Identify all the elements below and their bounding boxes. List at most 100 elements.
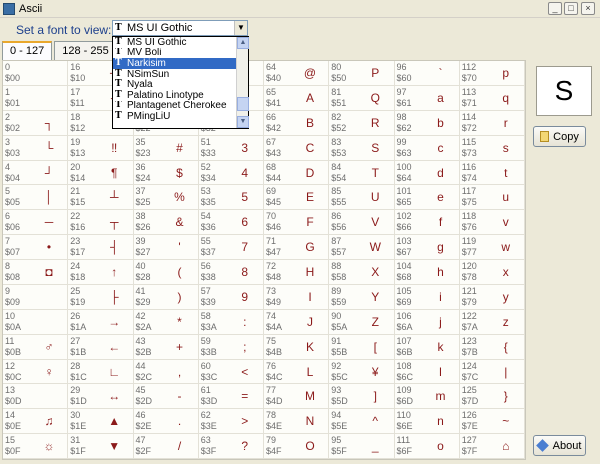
chevron-down-icon[interactable]: ▼ <box>234 21 247 35</box>
char-cell[interactable]: 12 $0C ♀ <box>3 359 69 385</box>
char-cell[interactable]: 59 $3B; <box>198 334 264 360</box>
char-cell[interactable]: 90 $5A Z <box>329 309 395 335</box>
char-cell[interactable]: 104 $68 h <box>394 260 460 285</box>
char-cell[interactable]: 86 $56 V <box>329 210 395 236</box>
font-option[interactable]: T MV Boli <box>113 48 236 59</box>
char-cell[interactable]: 100 $64 d <box>394 160 460 186</box>
char-cell[interactable]: 126 $7E ~ <box>459 409 525 435</box>
char-cell[interactable]: 115 $73 s <box>459 135 525 161</box>
font-option[interactable]: T Nyala <box>113 79 236 90</box>
char-cell[interactable]: 11 $0B ♂ <box>3 334 69 360</box>
char-cell[interactable]: 96 $60 ` <box>394 61 460 86</box>
scroll-down-icon[interactable]: ▼ <box>237 116 249 128</box>
char-cell[interactable]: 55 $37 7 <box>198 235 264 260</box>
char-cell[interactable]: 97 $61 a <box>394 85 460 111</box>
char-cell[interactable]: 113 $71 q <box>459 85 525 111</box>
char-cell[interactable]: 109 $6D m <box>394 384 460 410</box>
char-cell[interactable]: 89 $59 Y <box>329 284 395 310</box>
char-cell[interactable]: 68 $44 D <box>264 160 330 186</box>
char-cell[interactable]: 72 $48 H <box>264 260 330 285</box>
char-cell[interactable]: 85 $55 U <box>329 185 395 211</box>
char-cell[interactable]: 29 $1D ↔ <box>68 384 134 410</box>
tab-128-255[interactable]: 128 - 255 <box>54 41 117 60</box>
char-cell[interactable]: 4 $04 ┘ <box>3 160 69 186</box>
font-option[interactable]: T Plantagenet Cherokee <box>113 101 236 112</box>
char-cell[interactable]: 82 $52 R <box>329 110 395 136</box>
font-select[interactable]: T MS UI Gothic ▼ <box>112 20 248 36</box>
char-cell[interactable]: 71 $47 G <box>264 235 330 260</box>
char-cell[interactable]: 101 $65 e <box>394 185 460 211</box>
char-cell[interactable]: 122 $7A z <box>459 309 525 335</box>
char-cell[interactable]: 56 $38 8 <box>198 260 264 285</box>
font-option[interactable]: T NSimSun <box>113 69 236 80</box>
tab-0-127[interactable]: 0 - 127 <box>2 41 53 60</box>
char-cell[interactable]: 54 $36 6 <box>198 210 264 236</box>
font-option[interactable]: T MS UI Gothic <box>113 37 236 48</box>
char-cell[interactable]: 107 $6B k <box>394 334 460 360</box>
char-cell[interactable]: 10 $0A <box>3 309 69 335</box>
char-cell[interactable]: 15 $0F ☼ <box>3 434 69 459</box>
char-cell[interactable]: 52 $34 4 <box>198 160 264 186</box>
scroll-up-icon[interactable]: ▲ <box>237 37 249 49</box>
maximize-button[interactable]: □ <box>564 2 578 15</box>
char-cell[interactable]: 106 $6A j <box>394 309 460 335</box>
char-cell[interactable]: 41 $29) <box>133 284 199 310</box>
scroll-thumb[interactable] <box>237 97 249 111</box>
char-cell[interactable]: 30 $1E ▲ <box>68 409 134 435</box>
char-cell[interactable]: 88 $58 X <box>329 260 395 285</box>
char-cell[interactable]: 91 $5B [ <box>329 334 395 360</box>
char-cell[interactable]: 63 $3F? <box>198 434 264 459</box>
char-cell[interactable]: 25 $19 ├ <box>68 284 134 310</box>
char-cell[interactable]: 38 $26 & <box>133 210 199 236</box>
char-cell[interactable]: 21 $15 ┴ <box>68 185 134 211</box>
char-cell[interactable]: 26 $1A → <box>68 309 134 335</box>
char-cell[interactable]: 43 $2B + <box>133 334 199 360</box>
char-cell[interactable]: 40 $28 ( <box>133 260 199 285</box>
char-cell[interactable]: 110 $6E n <box>394 409 460 435</box>
char-cell[interactable]: 61 $3D = <box>198 384 264 410</box>
char-cell[interactable]: 45 $2D - <box>133 384 199 410</box>
char-cell[interactable]: 39 $27 ' <box>133 235 199 260</box>
char-cell[interactable]: 7 $07 • <box>3 235 69 260</box>
char-cell[interactable]: 99 $63 c <box>394 135 460 161</box>
char-cell[interactable]: 35 $23 # <box>133 135 199 161</box>
char-cell[interactable]: 94 $5E ^ <box>329 409 395 435</box>
char-cell[interactable]: 74 $4A J <box>264 309 330 335</box>
char-cell[interactable]: 123 $7B { <box>459 334 525 360</box>
char-cell[interactable]: 80 $50 P <box>329 61 395 86</box>
copy-button[interactable]: Copy <box>533 126 586 147</box>
char-cell[interactable]: 13 $0D <box>3 384 69 410</box>
char-cell[interactable]: 36 $24 $ <box>133 160 199 186</box>
char-cell[interactable]: 9 $09 <box>3 284 69 310</box>
char-cell[interactable]: 98 $62 b <box>394 110 460 136</box>
char-cell[interactable]: 87 $57 W <box>329 235 395 260</box>
char-cell[interactable]: 37 $25% <box>133 185 199 211</box>
char-cell[interactable]: 119 $77 w <box>459 235 525 260</box>
char-cell[interactable]: 66 $42 B <box>264 110 330 136</box>
char-cell[interactable]: 114 $72 r <box>459 110 525 136</box>
char-cell[interactable]: 27 $1B ← <box>68 334 134 360</box>
char-cell[interactable]: 67 $43 C <box>264 135 330 161</box>
char-cell[interactable]: 22 $16 ┬ <box>68 210 134 236</box>
close-button[interactable]: × <box>581 2 595 15</box>
font-option[interactable]: T Palatino Linotype <box>113 90 236 101</box>
char-cell[interactable]: 92 $5C ¥ <box>329 359 395 385</box>
char-cell[interactable]: 0 $00 <box>3 61 69 86</box>
char-cell[interactable]: 65 $41 A <box>264 85 330 111</box>
font-option[interactable]: T PMingLiU <box>113 111 236 122</box>
char-cell[interactable]: 28 $1C ∟ <box>68 359 134 385</box>
char-cell[interactable]: 69 $45 E <box>264 185 330 211</box>
char-cell[interactable]: 83 $53 S <box>329 135 395 161</box>
char-cell[interactable]: 58 $3A: <box>198 309 264 335</box>
dropdown-scrollbar[interactable]: ▲ ▼ <box>236 37 249 128</box>
char-cell[interactable]: 24 $18 ↑ <box>68 260 134 285</box>
char-cell[interactable]: 8 $08 ◘ <box>3 260 69 285</box>
char-cell[interactable]: 79 $4F O <box>264 434 330 459</box>
char-cell[interactable]: 60 $3C < <box>198 359 264 385</box>
char-cell[interactable]: 93 $5D] <box>329 384 395 410</box>
font-option[interactable]: T Narkisim <box>113 58 236 69</box>
about-button[interactable]: About <box>533 435 586 456</box>
char-cell[interactable]: 6 $06 ─ <box>3 210 69 236</box>
char-cell[interactable]: 73 $49 I <box>264 284 330 310</box>
char-cell[interactable]: 62 $3E > <box>198 409 264 435</box>
